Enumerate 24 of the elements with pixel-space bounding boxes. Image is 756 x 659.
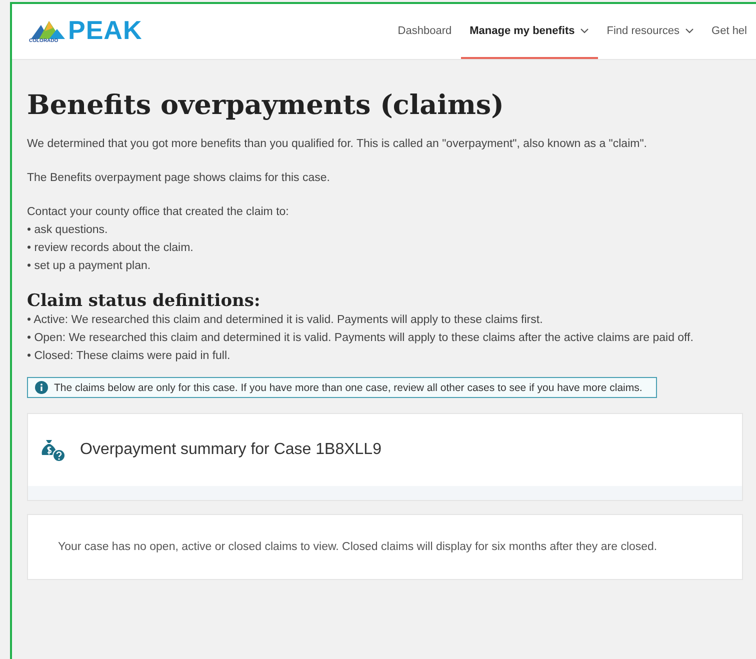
chevron-down-icon xyxy=(684,28,694,34)
section-heading: Claim status definitions: xyxy=(27,291,262,311)
nav-tab[interactable]: Dashboard xyxy=(388,4,461,59)
logo-text: PEAK xyxy=(68,14,142,46)
chevron-down-icon xyxy=(580,28,589,34)
list-lead: Contact your county office that created the claim to: xyxy=(27,205,290,220)
page-title: Benefits overpayments (claims) xyxy=(27,90,505,121)
nav-tab[interactable]: Get hel xyxy=(702,4,756,59)
card-title: Overpayment summary for Case 1B8XLL9 xyxy=(80,441,382,459)
list-item: • Closed: These claims were paid in full. xyxy=(27,349,232,364)
info-icon xyxy=(35,381,48,394)
mountains-icon xyxy=(31,18,65,38)
list-item: • Open: We researched this claim and determined it is valid. Payments will apply to these claims after the active claims are paid off. xyxy=(27,331,694,346)
list-item: • review records about the claim. xyxy=(27,241,194,256)
list-item: • set up a payment plan. xyxy=(27,259,152,274)
list-item: • ask questions. xyxy=(27,223,109,238)
list-item: • Active: We researched this claim and determined it is valid. Payments will apply to these claims first. xyxy=(27,313,544,328)
info-text: The claims below are only for this case. If you have more than one case, review all other cases to see if you have more claims. xyxy=(54,382,642,394)
nav-tab[interactable]: Find resources xyxy=(598,4,703,59)
paragraph: The Benefits overpayment page shows claims for this case. xyxy=(27,171,331,186)
empty-message: Your case has no open, active or closed claims to view. Closed claims will display for six months after they are closed. xyxy=(58,541,658,553)
money-bag-icon xyxy=(40,438,66,462)
nav-tab[interactable]: Manage my benefits xyxy=(460,4,598,59)
paragraph: We determined that you got more benefits than you qualified for. This is called an "overpayment", also known as a "claim". xyxy=(27,137,648,152)
